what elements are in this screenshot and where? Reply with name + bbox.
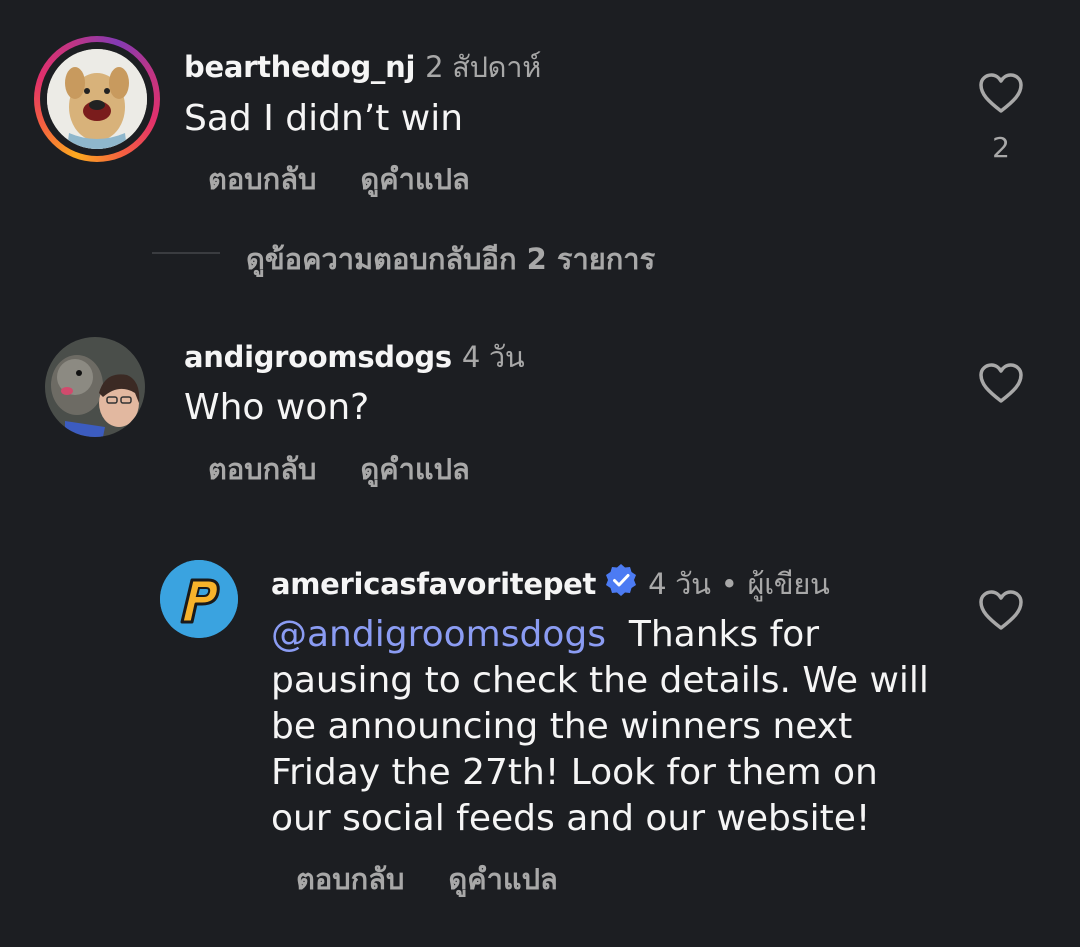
timestamp: 4 วัน [648,567,711,601]
see-translation-button[interactable]: ดูคำแปล [360,452,469,486]
avatar[interactable] [45,337,145,437]
heart-icon[interactable] [978,589,1024,631]
comment-actions: ตอบกลับ ดูคำแปล [296,856,602,902]
comment-username[interactable]: americasfavoritepet 4 วัน • ผู้เขียน [271,561,830,607]
username-text[interactable]: americasfavoritepet [271,567,596,601]
view-more-replies-button[interactable]: ดูข้อความตอบกลับอีก 2 รายการ [246,236,655,282]
avatar[interactable] [160,560,238,638]
comment-actions: ตอบกลับ ดูคำแปล [208,156,514,202]
reply-button[interactable]: ตอบกลับ [296,862,404,896]
username-text[interactable]: andigroomsdogs [184,340,452,374]
see-translation-button[interactable]: ดูคำแปล [360,162,469,196]
username-text[interactable]: bearthedog_nj [184,50,415,84]
reply-button[interactable]: ตอบกลับ [208,452,316,486]
like-count: 2 [992,131,1010,164]
heart-icon[interactable] [978,72,1024,114]
comment-text: Sad I didn’t win [184,98,464,139]
brand-logo [160,560,238,638]
user-photo [45,337,145,437]
comment-username[interactable]: bearthedog_nj 2 สัปดาห์ [184,44,541,90]
see-translation-button[interactable]: ดูคำแปล [448,862,557,896]
comment-username[interactable]: andigroomsdogs 4 วัน [184,334,525,380]
reply-button[interactable]: ตอบกลับ [208,162,316,196]
mention-link[interactable]: @andigroomsdogs [271,614,606,655]
verified-badge-icon [606,564,637,596]
separator-dot: • [720,567,738,601]
story-ring[interactable] [34,36,160,162]
avatar [47,49,147,149]
comment-text: @andigroomsdogs Thanks for pausing to ch… [271,612,931,842]
view-replies-divider [152,252,220,254]
comment-actions: ตอบกลับ ดูคำแปล [208,446,514,492]
author-badge: ผู้เขียน [747,567,830,601]
timestamp: 4 วัน [461,340,525,374]
dog-photo [47,49,147,149]
timestamp: 2 สัปดาห์ [425,50,542,84]
heart-icon[interactable] [978,362,1024,404]
comment-text: Who won? [184,387,370,428]
